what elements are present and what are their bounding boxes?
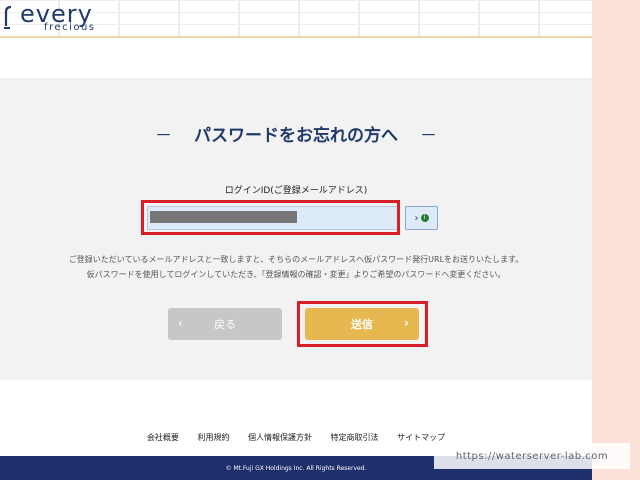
footer-link-terms[interactable]: 利用規約: [197, 433, 229, 442]
copyright-text: © Mt.Fuji GX Holdings Inc. All Rights Re…: [225, 464, 367, 472]
logo-subtext: frecious: [44, 22, 96, 33]
page-title: － パスワードをお忘れの方へ －: [0, 121, 592, 146]
highlight-send-button: [297, 301, 428, 347]
highlight-input-box: [141, 200, 400, 235]
input-assist-button[interactable]: › i: [405, 206, 438, 230]
chevron-right-icon: ›: [414, 212, 419, 224]
description-line-2: 仮パスワードを使用してログインしていただき、「登録情報の確認・変更」よりご希望の…: [86, 270, 506, 279]
side-decoration: [592, 0, 640, 480]
footer-link-sitemap[interactable]: サイトマップ: [397, 433, 445, 442]
description-line-1: ご登録いただいているメールアドレスと一致しますと、そちらのメールアドレスへ仮パス…: [68, 255, 524, 264]
footer-link-privacy[interactable]: 個人情報保護方針: [248, 433, 312, 442]
watermark-url: https://waterserver-lab.com: [434, 443, 630, 469]
logo-mark-icon: [4, 5, 12, 29]
title-text: パスワードをお忘れの方へ: [194, 126, 398, 146]
back-button-label: 戻る: [214, 318, 236, 331]
footer-links: 会社概要 利用規約 個人情報保護方針 特定商取引法 サイトマップ: [0, 432, 592, 443]
footer-link-commerce-law[interactable]: 特定商取引法: [331, 433, 379, 442]
chevron-left-icon: ‹: [178, 316, 183, 330]
login-id-label: ログインID(ご登録メールアドレス): [224, 186, 368, 196]
title-dash-right: －: [420, 126, 437, 146]
title-dash-left: －: [155, 126, 172, 146]
info-circle-icon: i: [420, 214, 429, 222]
site-header: every frecious: [0, 0, 592, 38]
footer-link-company[interactable]: 会社概要: [147, 433, 179, 442]
back-button[interactable]: ‹ 戻る: [168, 308, 282, 340]
